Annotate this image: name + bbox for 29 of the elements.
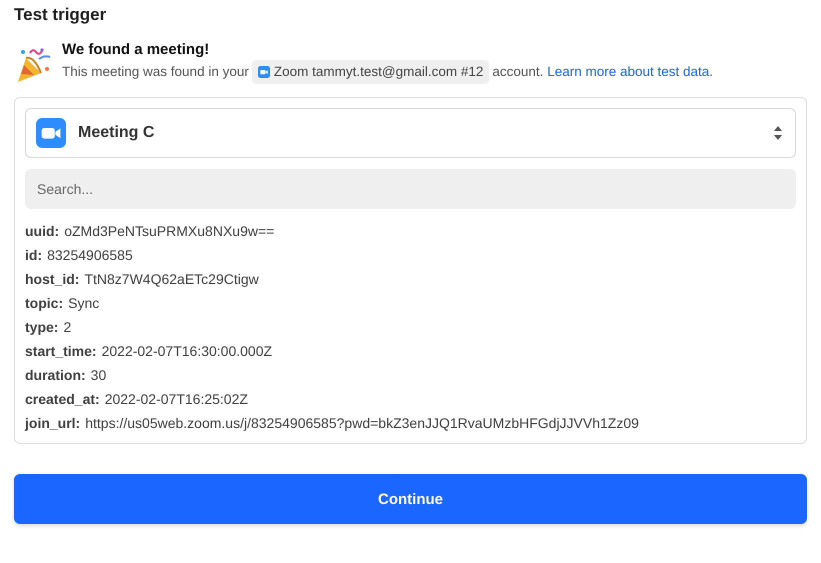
field-value: 2	[63, 318, 72, 338]
continue-button[interactable]: Continue	[14, 474, 807, 524]
field-value: Sync	[68, 294, 100, 314]
search-field[interactable]: Search...	[25, 169, 796, 210]
sort-arrows-icon	[773, 125, 783, 142]
field-key: uuid:	[25, 219, 60, 244]
notice-message: This meeting was found in your Zoom tammyt.test@gmail.com #12 account. Learn more about test data.	[62, 60, 714, 84]
field-value: 2022-02-07T16:25:02Z	[104, 390, 248, 410]
field-value: 2022-02-07T16:30:00.000Z	[102, 342, 272, 362]
video-camera-icon	[36, 118, 66, 148]
account-chip: Zoom tammyt.test@gmail.com #12	[252, 60, 490, 84]
test-data-link[interactable]: Learn more about test data	[547, 64, 710, 79]
field-key: start_time:	[25, 339, 97, 364]
field-value: 30	[90, 366, 106, 386]
field-value: TtN8z7W4Q62aETc29Ctigw	[84, 270, 259, 290]
section-title: Test trigger	[14, 4, 108, 26]
field-key: join_url:	[25, 411, 80, 436]
field-value: https://us05web.zoom.us/j/83254906585?pwd=bkZ3enJJQ1RvaUMzbHFGdjJJVVh1Zz09	[85, 414, 639, 434]
notice-heading: We found a meeting!	[62, 40, 210, 60]
field-key: id:	[25, 243, 42, 268]
field-key: type:	[25, 315, 58, 340]
video-camera-icon	[258, 66, 270, 78]
field-key: topic:	[25, 291, 64, 316]
field-key: duration:	[25, 363, 86, 388]
field-key: host_id:	[25, 267, 80, 292]
field-key: created_at:	[25, 387, 100, 412]
field-value: 83254906585	[47, 246, 133, 266]
field-value: oZMd3PeNTsuPRMXu8NXu9w==	[64, 222, 274, 242]
meeting-dropdown[interactable]: Meeting C	[25, 108, 796, 158]
